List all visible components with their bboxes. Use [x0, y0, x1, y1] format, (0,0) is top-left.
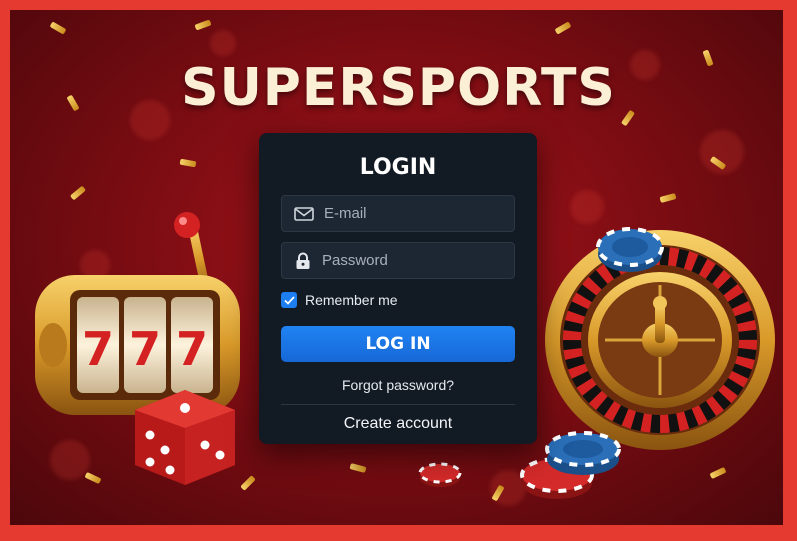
divider [281, 404, 515, 405]
create-account-link[interactable]: Create account [281, 415, 515, 435]
password-field[interactable] [281, 242, 515, 279]
checkmark-icon [283, 295, 295, 305]
remember-me-checkbox[interactable] [281, 292, 297, 308]
padlock-icon [294, 252, 312, 270]
login-title: LOGIN [359, 155, 437, 180]
remember-me-row[interactable]: Remember me [281, 291, 515, 309]
envelope-icon [294, 205, 314, 223]
slot-reel-2: 7 [129, 322, 161, 376]
login-button[interactable]: LOG IN [281, 326, 515, 362]
password-input[interactable] [322, 252, 502, 269]
slot-reel-3: 7 [176, 322, 208, 376]
dice-icon [135, 390, 235, 485]
poker-chips-icon [596, 227, 664, 272]
login-panel: LOGIN Remember me LOG IN Forgot p [259, 133, 537, 444]
poker-chip-small-icon [418, 462, 462, 487]
slot-reel-1: 7 [82, 322, 114, 376]
email-input[interactable] [324, 205, 504, 222]
remember-me-label: Remember me [305, 292, 398, 308]
email-field[interactable] [281, 195, 515, 232]
forgot-password-link[interactable]: Forgot password? [281, 377, 515, 395]
brand-title: SUPERSPORTS [181, 58, 616, 118]
